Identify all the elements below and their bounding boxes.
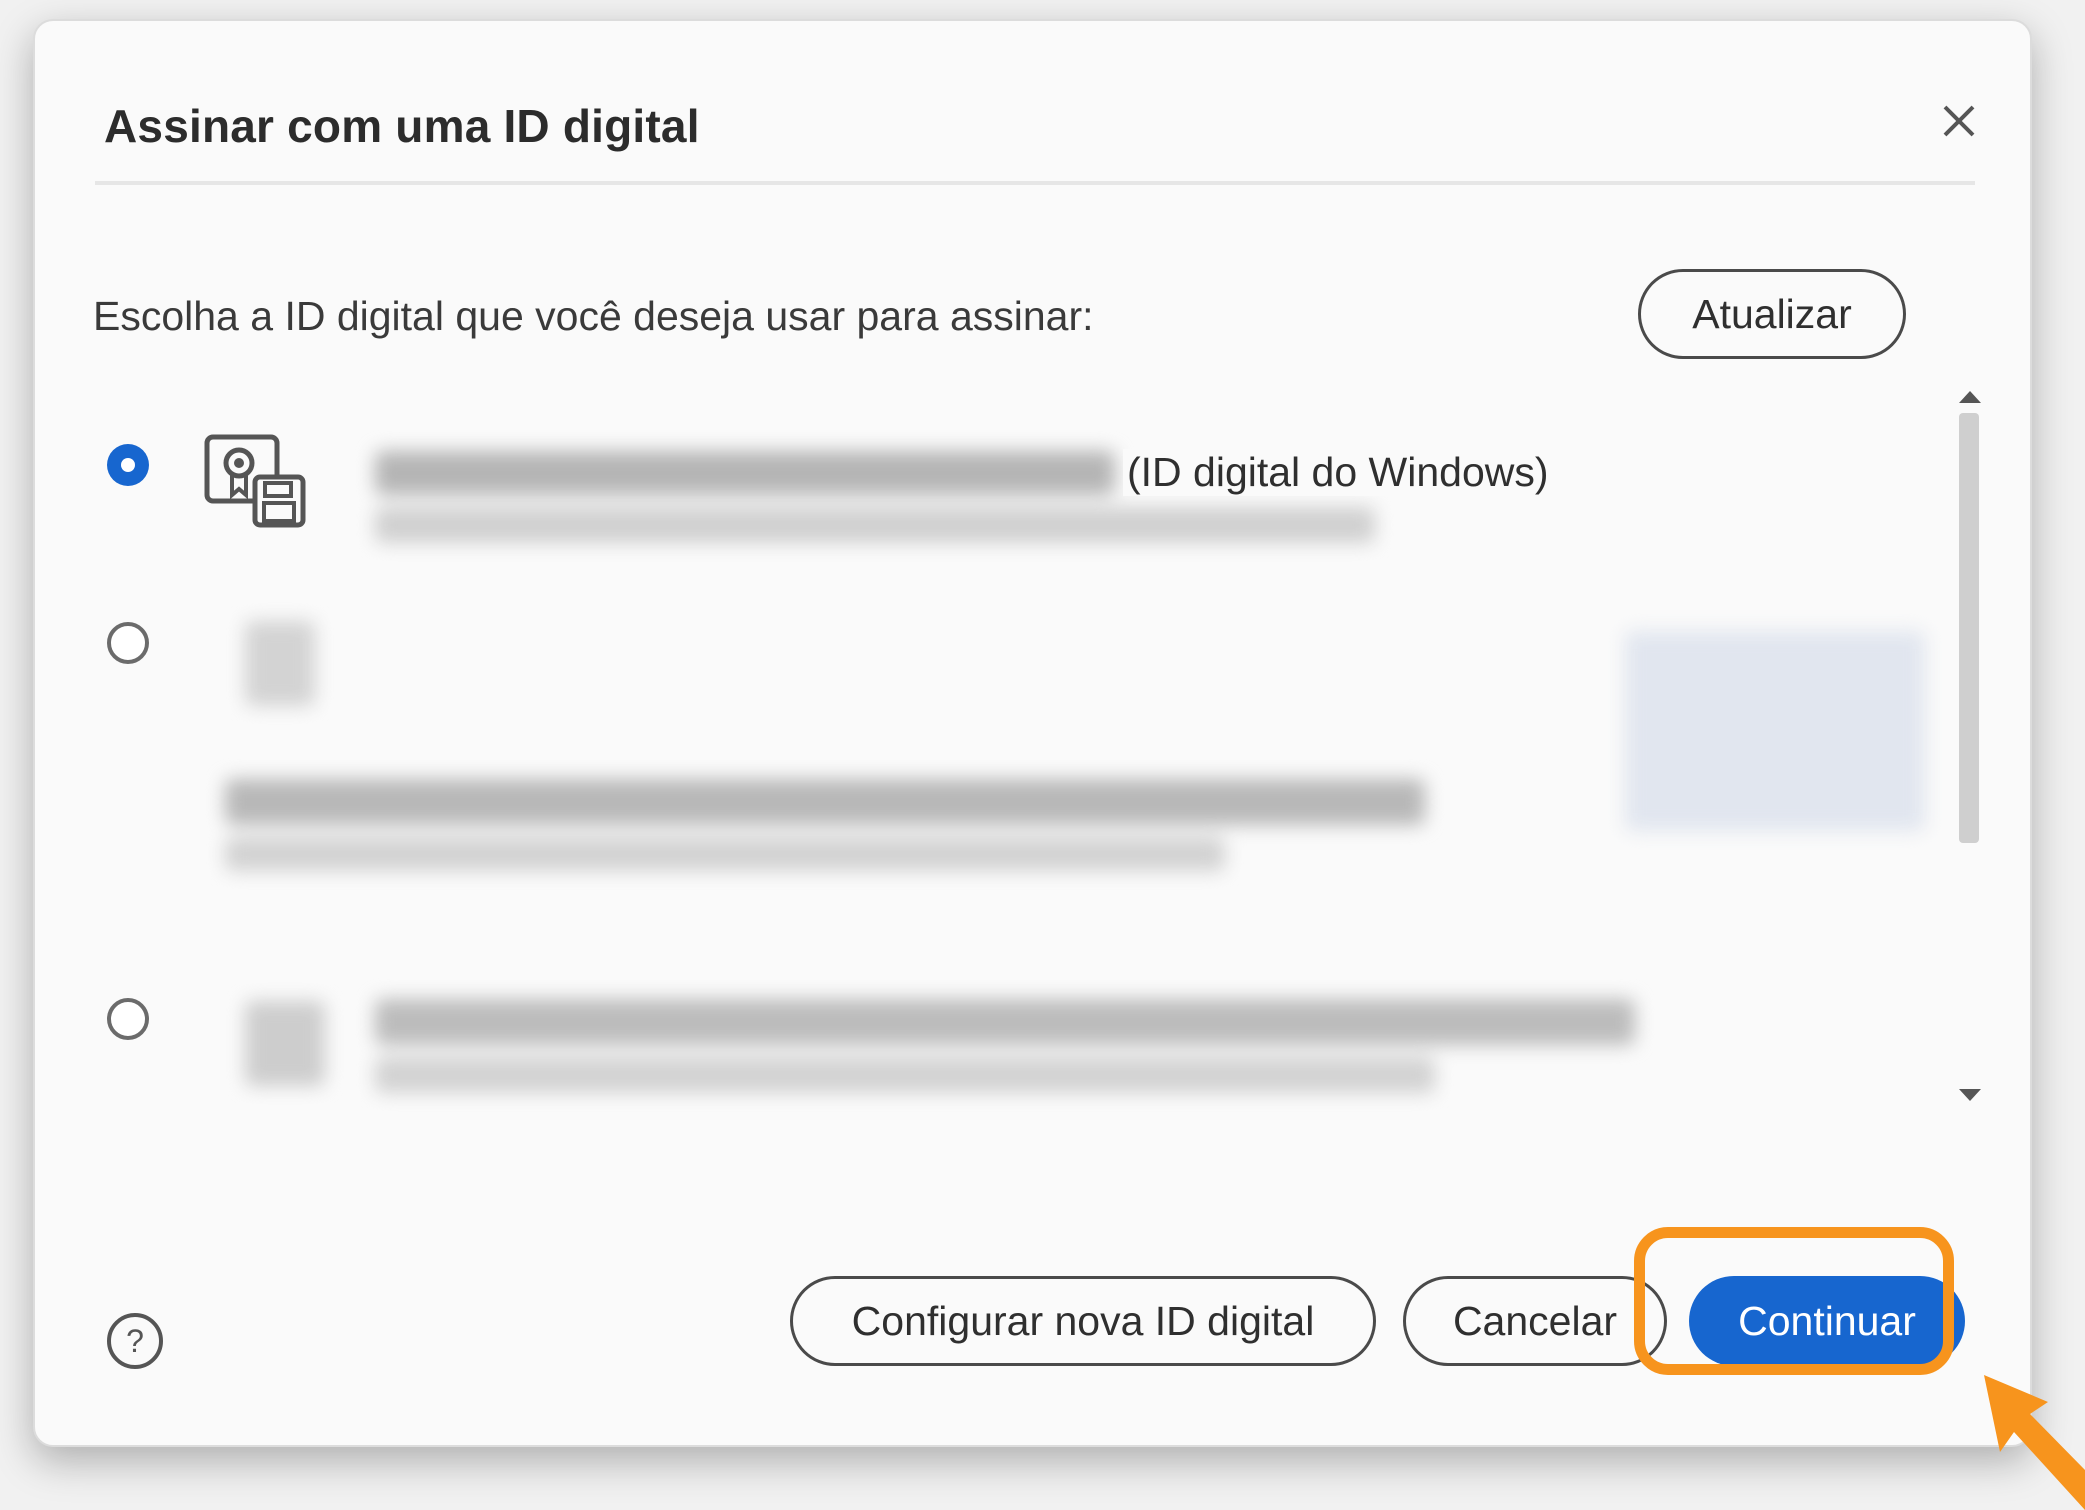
dialog-title: Assinar com uma ID digital — [104, 100, 700, 152]
close-icon — [1943, 105, 1975, 137]
id-list-scrollbar[interactable] — [1953, 391, 1985, 1101]
configure-new-id-button[interactable]: Configurar nova ID digital — [790, 1276, 1376, 1366]
scroll-up-arrow-icon[interactable] — [1959, 391, 1981, 403]
certificate-disk-icon — [225, 991, 345, 1101]
id-radio[interactable] — [107, 998, 149, 1040]
pointer-arrow-icon — [1984, 1375, 2085, 1510]
blurred-id-details — [365, 441, 1375, 571]
id-type-label: (ID digital do Windows) — [1123, 449, 1553, 496]
blurred-id-details — [365, 991, 1665, 1121]
help-icon[interactable]: ? — [105, 1311, 165, 1371]
id-radio[interactable] — [107, 622, 149, 664]
refresh-button[interactable]: Atualizar — [1638, 269, 1906, 359]
choose-id-prompt: Escolha a ID digital que você deseja usa… — [93, 293, 1094, 339]
svg-text:?: ? — [126, 1323, 144, 1359]
blurred-side-info — [1625, 621, 1945, 841]
close-button[interactable] — [1931, 93, 1987, 149]
id-radio-selected[interactable] — [107, 444, 149, 486]
certificate-disk-icon — [204, 434, 306, 528]
sign-digital-id-dialog: Assinar com uma ID digital Escolha a ID … — [33, 19, 2032, 1447]
blurred-id-details — [215, 771, 1475, 901]
continue-button[interactable]: Continuar — [1689, 1276, 1965, 1366]
scroll-down-arrow-icon[interactable] — [1959, 1089, 1981, 1101]
certificate-icon — [225, 611, 335, 721]
title-divider — [95, 181, 1975, 185]
scroll-thumb[interactable] — [1959, 413, 1979, 843]
cancel-button[interactable]: Cancelar — [1403, 1276, 1667, 1366]
